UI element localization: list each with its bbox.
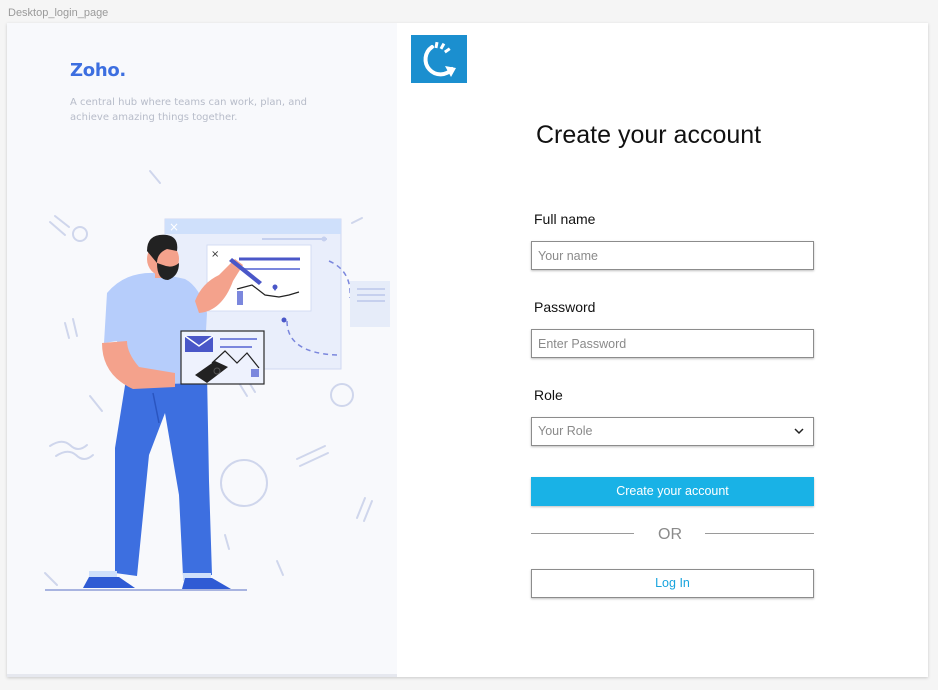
password-input[interactable] (531, 329, 814, 358)
app-logo (411, 35, 467, 83)
role-select-value: Your Role (538, 424, 593, 438)
frame-label: Desktop_login_page (8, 7, 109, 19)
or-divider-text: OR (658, 526, 682, 543)
or-divider-right (705, 533, 814, 534)
role-select[interactable]: Your Role (531, 417, 814, 446)
left-panel: Zoho. A central hub where teams can work… (7, 23, 397, 677)
login-page-frame: Zoho. A central hub where teams can work… (7, 23, 928, 677)
svg-text:×: × (169, 220, 179, 234)
role-label: Role (534, 387, 563, 403)
svg-text:×: × (211, 249, 219, 260)
page-title: Create your account (536, 121, 762, 149)
person-with-dashboard-illustration: × × (44, 170, 390, 591)
create-account-button[interactable]: Create your account (531, 477, 814, 506)
full-name-label: Full name (534, 211, 596, 227)
full-name-input[interactable] (531, 241, 814, 270)
left-panel-bottom-bar (7, 674, 397, 677)
brand-tagline: A central hub where teams can work, plan… (70, 97, 308, 123)
password-label: Password (534, 299, 596, 315)
chevron-down-icon (794, 428, 804, 435)
refresh-arrow-icon (423, 41, 456, 77)
login-button[interactable]: Log In (531, 569, 814, 598)
brand-name: Zoho. (70, 60, 126, 81)
or-divider-left (531, 533, 634, 534)
